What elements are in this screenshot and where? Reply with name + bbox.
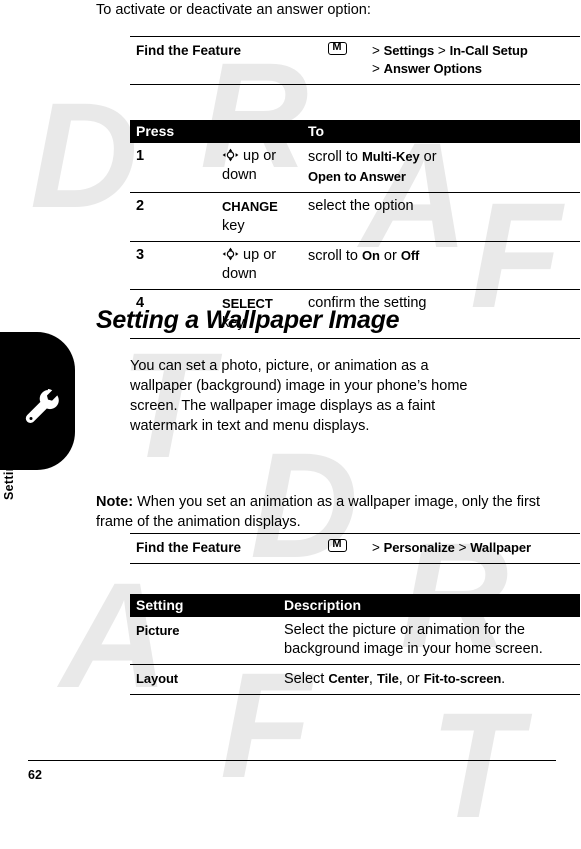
find-the-feature-block-1: Find the Feature > Settings > In-Call Se…: [130, 36, 580, 85]
step-to-bold-on: On: [362, 248, 380, 263]
table-row: 2 CHANGE key select the option: [130, 192, 580, 242]
step-to-1: scroll to Multi-Key or Open to Answer: [302, 143, 580, 193]
step-to-prefix-1: scroll to: [308, 149, 362, 165]
layout-option-tile: Tile: [376, 671, 399, 686]
path-1-prefix: >: [372, 43, 380, 58]
path-2-item-personalize: Personalize: [383, 540, 455, 555]
steps-header-press: Press: [130, 120, 302, 143]
path-1-prefix-2: >: [372, 61, 380, 76]
step-press-2: CHANGE key: [216, 192, 302, 242]
note-label: Note:: [96, 494, 134, 510]
table-row: 3 up or down scroll to On or Off: [130, 241, 580, 290]
setting-name-layout: Layout: [130, 664, 278, 695]
step-to-bold-open-to-answer: Open to Answer: [308, 169, 406, 184]
steps-table-header-row: Press To: [130, 120, 580, 143]
setting-label-picture: Picture: [136, 623, 180, 638]
layout-option-center: Center: [328, 671, 369, 686]
layout-desc-suffix: .: [501, 671, 506, 687]
intro-paragraph: To activate or deactivate an answer opti…: [96, 0, 566, 20]
menu-key-icon: [326, 41, 372, 60]
note-text: When you set an animation as a wallpaper…: [96, 494, 541, 530]
find-the-feature-label-1: Find the Feature: [136, 43, 242, 58]
setting-description-picture: Select the picture or animation for the …: [278, 617, 580, 665]
table-row: Picture Select the picture or animation …: [130, 617, 580, 665]
menu-key-icon: [326, 538, 372, 557]
path-1-item-answer-options: Answer Options: [383, 61, 482, 76]
find-the-feature-label-2: Find the Feature: [136, 540, 242, 555]
path-1-item-incall-setup: In-Call Setup: [449, 43, 528, 58]
setting-label-layout: Layout: [136, 671, 179, 686]
joystick-icon: [222, 247, 239, 261]
page-number: 62: [28, 768, 42, 782]
steps-header-to: To: [302, 120, 580, 143]
settings-header-setting: Setting: [130, 594, 278, 617]
wrench-icon: [25, 388, 59, 423]
path-1-sep: >: [437, 43, 446, 58]
settings-table: Setting Description Picture Select the p…: [130, 594, 580, 695]
setting-name-picture: Picture: [130, 617, 278, 665]
step-to-bold-multikey: Multi-Key: [362, 149, 420, 164]
path-2-prefix: >: [372, 540, 380, 555]
chapter-tab-marker: [0, 332, 75, 470]
table-row: 1 up or down scroll to Multi-Key or Open…: [130, 143, 580, 193]
step-press-3: up or down: [216, 241, 302, 290]
settings-table-header-row: Setting Description: [130, 594, 580, 617]
section-paragraph-text: You can set a photo, picture, or animati…: [130, 358, 468, 434]
step-to-3: scroll to On or Off: [302, 241, 580, 290]
footer-divider: [28, 760, 556, 761]
path-2-item-wallpaper: Wallpaper: [470, 540, 531, 555]
settings-header-description: Description: [278, 594, 580, 617]
step-to-bold-off: Off: [400, 248, 420, 263]
intro-text: To activate or deactivate an answer opti…: [96, 2, 371, 18]
path-1-item-settings: Settings: [383, 43, 435, 58]
step-number-2: 2: [130, 192, 216, 242]
step-to-mid-3: or: [379, 248, 401, 264]
note-block: Note: When you set an animation as a wal…: [96, 492, 566, 532]
find-the-feature-block-2: Find the Feature > Personalize > Wallpap…: [130, 533, 580, 564]
settings-table-wrapper: Setting Description Picture Select the p…: [130, 594, 580, 695]
section-paragraph: You can set a photo, picture, or animati…: [130, 356, 470, 436]
step-to-prefix-3: scroll to: [308, 248, 362, 264]
table-row: Layout Select Center, Tile, or Fit-to-sc…: [130, 664, 580, 695]
step-press-key-change: CHANGE: [222, 199, 278, 214]
step-to-mid-1: or: [419, 149, 437, 165]
step-number-1: 1: [130, 143, 216, 193]
step-to-2: select the option: [302, 192, 580, 242]
layout-desc-mid2: , or: [398, 671, 424, 687]
page-title: Setting a Wallpaper Image: [96, 306, 400, 334]
layout-desc-prefix: Select: [284, 671, 329, 687]
setting-description-layout: Select Center, Tile, or Fit-to-screen.: [278, 664, 580, 695]
note-paragraph: Note: When you set an animation as a wal…: [96, 492, 566, 532]
layout-desc-mid1: ,: [368, 671, 377, 687]
find-the-feature-path-2: > Personalize > Wallpaper: [372, 539, 580, 557]
step-press-suffix-2: key: [222, 218, 245, 234]
find-the-feature-path-1: > Settings > In-Call Setup > Answer Opti…: [372, 42, 580, 78]
joystick-icon: [222, 148, 239, 162]
layout-option-fit-to-screen: Fit-to-screen: [423, 671, 502, 686]
step-number-3: 3: [130, 241, 216, 290]
step-press-1: up or down: [216, 143, 302, 193]
path-2-sep: >: [458, 540, 467, 555]
